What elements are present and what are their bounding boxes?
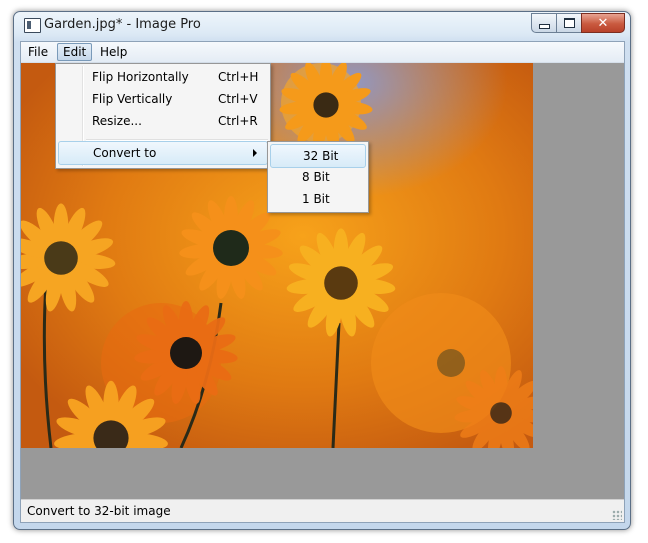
close-icon: ✕ xyxy=(597,15,609,31)
status-bar: Convert to 32-bit image xyxy=(21,499,624,522)
submenu-item-label: 1 Bit xyxy=(302,192,330,206)
close-button[interactable]: ✕ xyxy=(581,13,625,33)
menu-item-label: Resize... xyxy=(92,114,142,128)
submenu-item-label: 8 Bit xyxy=(302,170,330,184)
submenu-item-32-bit[interactable]: 32 Bit xyxy=(270,144,366,168)
menu-item-shortcut: Ctrl+V xyxy=(218,92,258,106)
menu-item-label: Flip Horizontally xyxy=(92,70,189,84)
maximize-button[interactable] xyxy=(556,13,581,33)
minimize-button[interactable] xyxy=(531,13,556,33)
menu-item-resize[interactable]: Resize... Ctrl+R xyxy=(58,110,268,132)
window-controls: ✕ xyxy=(531,13,625,33)
minimize-icon xyxy=(538,23,550,29)
menu-help[interactable]: Help xyxy=(95,44,132,60)
menu-item-label: Convert to xyxy=(93,146,157,160)
menu-file-label: File xyxy=(28,45,49,59)
menu-item-flip-vertically[interactable]: Flip Vertically Ctrl+V xyxy=(58,88,268,110)
menu-item-shortcut: Ctrl+H xyxy=(218,70,259,84)
submenu-item-1-bit[interactable]: 1 Bit xyxy=(270,188,366,210)
maximize-icon xyxy=(563,18,575,28)
resize-grip-icon[interactable] xyxy=(612,510,622,520)
window-title: Garden.jpg* - Image Pro xyxy=(44,17,201,32)
status-text: Convert to 32-bit image xyxy=(27,504,171,518)
submenu-item-label: 32 Bit xyxy=(303,149,339,163)
menu-edit[interactable]: Edit xyxy=(57,43,93,61)
menu-help-label: Help xyxy=(100,45,128,59)
menu-edit-label: Edit xyxy=(63,45,87,59)
menu-item-convert-to[interactable]: Convert to xyxy=(58,141,268,165)
menu-file[interactable]: File xyxy=(23,44,53,60)
menu-item-shortcut: Ctrl+R xyxy=(218,114,258,128)
app-icon[interactable] xyxy=(24,18,41,33)
submenu-arrow-icon xyxy=(253,149,257,157)
edit-menu-dropdown: Flip Horizontally Ctrl+H Flip Vertically… xyxy=(55,63,271,169)
menu-item-label: Flip Vertically xyxy=(92,92,173,106)
convert-submenu: 32 Bit 8 Bit 1 Bit xyxy=(267,141,369,213)
menu-bar: File Edit Help xyxy=(21,42,624,63)
title-bar[interactable]: Garden.jpg* - Image Pro ✕ xyxy=(14,12,630,40)
submenu-item-8-bit[interactable]: 8 Bit xyxy=(270,166,366,188)
menu-item-flip-horizontally[interactable]: Flip Horizontally Ctrl+H xyxy=(58,66,268,88)
